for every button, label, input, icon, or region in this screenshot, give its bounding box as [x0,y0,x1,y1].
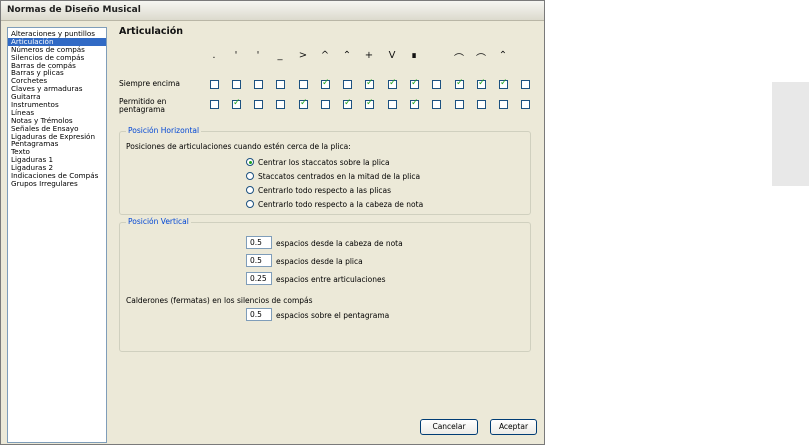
horizontal-group-title: Posición Horizontal [126,126,202,135]
articulation-symbol-icon: . [212,50,216,61]
permitido-pentagrama-checkbox[interactable] [210,100,219,109]
fermata-distance-label: espacios sobre el pentagrama [276,311,390,320]
siempre-encima-checkbox[interactable] [232,80,241,89]
horizontal-option-radio[interactable] [246,172,254,180]
accept-button[interactable]: Aceptar [490,419,537,435]
articulation-symbol-icon: ' [234,50,238,61]
siempre-encima-checkbox[interactable] [410,78,419,89]
side-panel-tab[interactable] [772,82,809,186]
permitido-pentagrama-checkbox[interactable] [321,100,330,109]
articulation-symbol-icon: ^ [320,50,330,61]
permitido-pentagrama-checkbox[interactable] [276,100,285,109]
window-title: Normas de Diseño Musical [7,5,141,15]
siempre-encima-checkbox[interactable] [455,78,464,89]
horizontal-option-label[interactable]: Centrar los staccatos sobre la plica [258,158,390,167]
articulation-symbol-icon: > [298,50,308,61]
title-bar[interactable]: Normas de Diseño Musical [1,1,544,21]
articulation-symbol-icon: V [388,50,396,61]
siempre-encima-checkbox[interactable] [343,80,352,89]
distance-stem-label: espacios desde la plica [276,257,363,266]
siempre-encima-checkbox[interactable] [477,78,486,89]
siempre-encima-checkbox[interactable] [276,80,285,89]
main-panel: Articulación . ' ' _ > ^ ⌃ + V ∎ ⌒ ⌒ ⌃ Siempre encim… [117,23,539,443]
siempre-encima-checkbox[interactable] [210,80,219,89]
articulation-symbol-icon: + [364,50,374,61]
permitido-pentagrama-checkbox[interactable] [455,100,464,109]
dialog-window: Normas de Diseño Musical Alteraciones y … [0,0,545,445]
horizontal-option-radio[interactable] [246,158,254,166]
articulation-symbol-icon: ' [256,50,260,61]
horizontal-option-radio[interactable] [246,186,254,194]
distance-notehead-label: espacios desde la cabeza de nota [276,239,403,248]
horizontal-option-radio[interactable] [246,200,254,208]
siempre-encima-checkbox[interactable] [365,78,374,89]
siempre-encima-checkbox[interactable] [299,80,308,89]
distance-stem-field[interactable]: 0.5 [246,254,272,267]
permitido-pentagrama-checkbox[interactable] [499,100,508,109]
siempre-encima-checkbox[interactable] [499,78,508,89]
vertical-group: Posición Vertical 0.5 espacios desde la … [119,217,531,352]
horizontal-group: Posición Horizontal Posiciones de articu… [119,126,531,215]
permitido-pentagrama-checkbox[interactable] [521,100,530,109]
siempre-encima-checkbox[interactable] [432,80,441,89]
row-label-permitido-pentagrama: Permitido en pentagrama [119,97,167,114]
articulation-symbol-icon: ∎ [410,50,418,61]
horizontal-option-label[interactable]: Centrarlo todo respecto a las plicas [258,186,391,195]
permitido-pentagrama-checkbox[interactable] [432,100,441,109]
permitido-pentagrama-checkbox[interactable] [254,100,263,109]
category-list[interactable]: Alteraciones y puntillos Articulación Núme… [7,27,107,443]
permitido-pentagrama-checkbox[interactable] [299,98,308,109]
permitido-pentagrama-checkbox[interactable] [232,98,241,109]
distance-between-label: espacios entre articulaciones [276,275,386,284]
siempre-encima-checkbox[interactable] [254,80,263,89]
siempre-encima-checkbox[interactable] [321,78,330,89]
permitido-pentagrama-checkbox[interactable] [365,98,374,109]
siempre-encima-checkbox[interactable] [521,80,530,89]
permitido-pentagrama-checkbox[interactable] [477,100,486,109]
siempre-encima-checkbox[interactable] [388,78,397,89]
distance-between-field[interactable]: 0.25 [246,272,272,285]
articulation-symbol-icon: ⌒ [454,54,464,65]
section-title: Articulación [119,26,184,37]
horizontal-option-label[interactable]: Staccatos centrados en la mitad de la pl… [258,172,420,181]
sidebar-item[interactable]: Grupos Irregulares [8,180,106,188]
horizontal-option-label[interactable]: Centrarlo todo respecto a la cabeza de n… [258,200,423,209]
fermata-label: Calderones (fermatas) en los silencios d… [126,296,313,305]
distance-notehead-field[interactable]: 0.5 [246,236,272,249]
cancel-button[interactable]: Cancelar [420,419,478,435]
articulation-symbol-icon: ⌃ [342,50,352,61]
articulation-symbol-icon: _ [277,50,283,61]
permitido-pentagrama-checkbox[interactable] [343,98,352,109]
fermata-distance-field[interactable]: 0.5 [246,308,272,321]
row-label-siempre-encima: Siempre encima [119,79,180,88]
permitido-pentagrama-checkbox[interactable] [388,100,397,109]
articulation-symbol-icon: ⌒ [476,54,486,65]
vertical-group-title: Posición Vertical [126,217,191,226]
horizontal-intro: Posiciones de articulaciones cuando esté… [126,142,351,151]
articulation-symbol-icon: ⌃ [498,50,508,61]
permitido-pentagrama-checkbox[interactable] [410,98,419,109]
